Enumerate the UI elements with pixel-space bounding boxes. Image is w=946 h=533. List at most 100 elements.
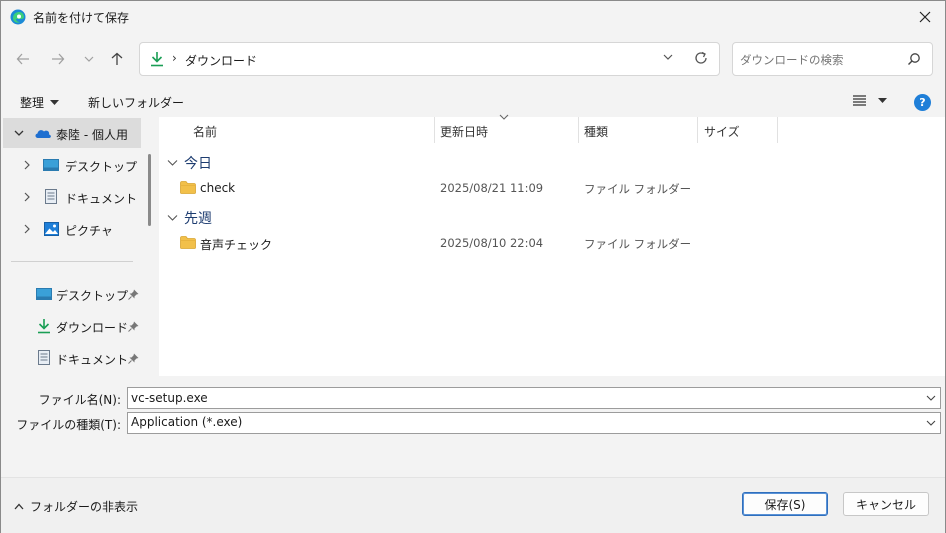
- filename-label: ファイル名(N):: [38, 393, 121, 407]
- arrow-up-icon: [111, 52, 123, 65]
- forward-button[interactable]: [46, 47, 70, 71]
- sidebar-item-label: デスクトップ: [65, 160, 138, 174]
- file-row[interactable]: check 2025/08/21 11:09 ファイル フォルダー: [175, 178, 935, 200]
- up-button[interactable]: [105, 47, 129, 71]
- group-label: 今日: [184, 156, 212, 172]
- organize-menu-button[interactable]: 整理: [20, 94, 60, 111]
- chevron-down-icon: [167, 160, 178, 166]
- close-icon: [919, 11, 931, 23]
- refresh-button[interactable]: [693, 50, 709, 69]
- file-type: ファイル フォルダー: [584, 182, 692, 196]
- save-button[interactable]: 保存(S): [742, 492, 828, 516]
- cancel-button[interactable]: キャンセル: [843, 492, 929, 516]
- file-name: check: [200, 181, 236, 195]
- folder-icon: [180, 236, 196, 249]
- command-bar: 整理 新しいフォルダー ?: [1, 87, 945, 117]
- hide-folders-label: フォルダーの非表示: [30, 500, 139, 514]
- download-icon: [38, 319, 50, 334]
- dialog-footer: フォルダーの非表示 保存(S) キャンセル: [1, 477, 945, 533]
- sort-caret-icon: [499, 114, 509, 120]
- navigation-pane: 泰陸 - 個人用 デスクトップ ドキュメント ピクチャ デスクトップ ダウンロー…: [3, 117, 159, 376]
- pin-icon: [128, 353, 139, 364]
- sidebar-item-label: ピクチャ: [65, 224, 113, 238]
- list-view-icon: [853, 95, 866, 106]
- breadcrumb-downloads[interactable]: ダウンロード: [185, 52, 257, 69]
- document-icon: [38, 350, 50, 365]
- filetype-value: Application (*.exe): [131, 415, 243, 429]
- group-label: 先週: [184, 211, 212, 227]
- sidebar-item-pictures[interactable]: ピクチャ: [3, 214, 141, 244]
- file-modified: 2025/08/21 11:09: [440, 181, 544, 195]
- back-button[interactable]: [11, 47, 35, 71]
- column-header-modified[interactable]: 更新日時: [440, 123, 488, 140]
- file-modified: 2025/08/10 22:04: [440, 236, 544, 250]
- help-button[interactable]: ?: [914, 94, 931, 111]
- hide-folders-toggle[interactable]: フォルダーの非表示: [14, 498, 138, 515]
- sidebar-item-documents[interactable]: ドキュメント: [3, 182, 141, 212]
- pin-icon: [128, 289, 139, 300]
- sidebar-item-pinned-desktop[interactable]: デスクトップ: [3, 279, 143, 309]
- chevron-down-icon[interactable]: [926, 393, 936, 403]
- sidebar-item-label: ダウンロード: [56, 321, 129, 335]
- arrow-left-icon: [16, 53, 29, 65]
- file-type: ファイル フォルダー: [584, 237, 692, 251]
- download-icon: [149, 51, 165, 70]
- new-folder-button[interactable]: 新しいフォルダー: [88, 94, 184, 111]
- group-header-today[interactable]: 今日: [167, 153, 212, 173]
- caret-down-icon: [878, 97, 887, 103]
- column-header-size[interactable]: サイズ: [704, 123, 740, 140]
- folder-icon: [180, 181, 196, 194]
- file-name: 音声チェック: [200, 238, 273, 252]
- column-header-name[interactable]: 名前: [193, 123, 217, 140]
- save-form: ファイル名(N): ファイルの種類(T): Application (*.exe…: [1, 377, 945, 477]
- column-divider[interactable]: [697, 117, 698, 143]
- sidebar-divider: [11, 261, 133, 262]
- pin-icon: [128, 321, 139, 332]
- caret-down-icon: [50, 99, 60, 105]
- address-history-button[interactable]: [662, 51, 674, 66]
- desktop-icon: [43, 159, 59, 171]
- sidebar-item-label: ドキュメント: [56, 353, 129, 367]
- navigation-bar: › ダウンロード: [1, 37, 945, 81]
- view-options-button[interactable]: [853, 95, 887, 106]
- column-divider[interactable]: [578, 117, 579, 143]
- group-header-last-week[interactable]: 先週: [167, 208, 212, 228]
- chevron-down-icon[interactable]: [926, 418, 936, 428]
- address-bar[interactable]: › ダウンロード: [139, 42, 720, 76]
- column-divider[interactable]: [434, 117, 435, 143]
- filename-input[interactable]: [131, 390, 911, 406]
- save-as-dialog: 名前を付けて保存 › ダウンロード ダウンロードの検索 整理 新しいフォルダー …: [0, 0, 946, 533]
- column-divider[interactable]: [777, 117, 778, 143]
- close-button[interactable]: [905, 1, 945, 33]
- sidebar-item-pinned-documents[interactable]: ドキュメント: [3, 343, 143, 373]
- sidebar-item-pinned-downloads[interactable]: ダウンロード: [3, 311, 143, 341]
- chevron-up-icon: [14, 503, 24, 510]
- chevron-down-icon: [84, 56, 94, 62]
- recent-locations-button[interactable]: [77, 47, 101, 71]
- filetype-label: ファイルの種類(T):: [16, 418, 121, 432]
- sidebar-item-label: デスクトップ: [56, 289, 129, 303]
- column-header-type[interactable]: 種類: [584, 123, 608, 140]
- chevron-down-icon: [663, 54, 673, 60]
- sidebar-scrollbar[interactable]: [148, 154, 151, 226]
- search-input[interactable]: [740, 51, 900, 69]
- search-box[interactable]: [732, 42, 933, 76]
- filetype-select[interactable]: Application (*.exe): [127, 412, 941, 434]
- organize-label: 整理: [20, 96, 45, 110]
- search-icon[interactable]: [907, 52, 921, 69]
- arrow-right-icon: [52, 53, 65, 65]
- title-bar: 名前を付けて保存: [1, 1, 945, 33]
- chevron-right-icon: [24, 192, 30, 202]
- window-title: 名前を付けて保存: [33, 11, 130, 25]
- sidebar-item-label: 泰陸 - 個人用: [56, 128, 128, 142]
- desktop-icon: [36, 288, 52, 300]
- file-list: 名前 更新日時 種類 サイズ 今日 check 2025/08/21 11:09…: [159, 114, 945, 376]
- picture-icon: [44, 222, 59, 236]
- chevron-down-icon: [14, 130, 24, 136]
- filename-combo[interactable]: [127, 387, 941, 409]
- file-row[interactable]: 音声チェック 2025/08/10 22:04 ファイル フォルダー: [175, 233, 935, 255]
- sidebar-item-onedrive[interactable]: 泰陸 - 個人用: [3, 118, 141, 148]
- sidebar-item-label: ドキュメント: [65, 192, 138, 206]
- sidebar-item-desktop[interactable]: デスクトップ: [3, 150, 141, 180]
- edge-browser-icon: [10, 9, 26, 25]
